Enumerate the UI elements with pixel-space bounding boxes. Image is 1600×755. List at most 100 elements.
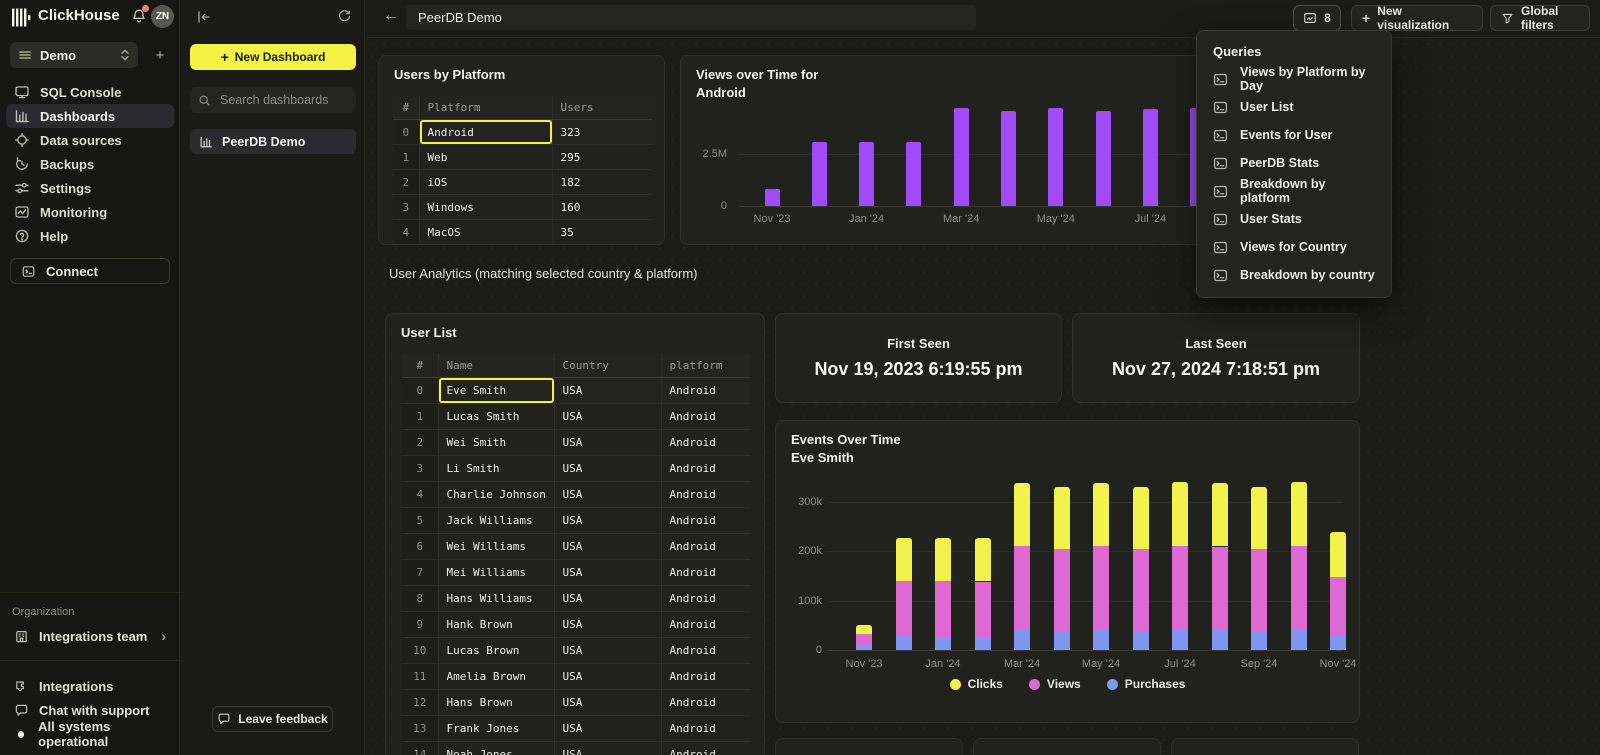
table-cell[interactable]: USA: [554, 716, 661, 742]
table-row[interactable]: 2iOS182: [393, 170, 652, 195]
bar-segment-purchases[interactable]: [1014, 630, 1030, 650]
table-cell[interactable]: USA: [554, 430, 661, 456]
table-cell[interactable]: Mei Williams: [438, 560, 554, 586]
table-row[interactable]: 10Lucas BrownUSAAndroid: [402, 638, 750, 664]
table-cell[interactable]: USA: [554, 482, 661, 508]
sidebar-item-integrations-team[interactable]: Integrations team ›: [6, 624, 174, 648]
table-cell[interactable]: USA: [554, 508, 661, 534]
bar-segment-purchases[interactable]: [1212, 630, 1228, 650]
new-dashboard-button[interactable]: + New Dashboard: [190, 44, 356, 70]
table-row[interactable]: 9Hank BrownUSAAndroid: [402, 612, 750, 638]
table-row[interactable]: 0Eve SmithUSAAndroid: [402, 378, 750, 404]
table-cell[interactable]: 3: [402, 456, 438, 482]
bar-segment-views[interactable]: [856, 634, 872, 646]
bar-segment-clicks[interactable]: [1212, 483, 1228, 547]
bar-segment-clicks[interactable]: [896, 538, 912, 581]
table-cell[interactable]: Li Smith: [438, 456, 554, 482]
table-row[interactable]: 7Mei WilliamsUSAAndroid: [402, 560, 750, 586]
bar-segment-purchases[interactable]: [1251, 631, 1267, 650]
query-menu-item[interactable]: User List: [1197, 93, 1391, 121]
table-row[interactable]: 3Windows160: [393, 195, 652, 220]
bar-segment-views[interactable]: [1054, 549, 1070, 631]
table-cell[interactable]: USA: [554, 404, 661, 430]
query-menu-item[interactable]: User Stats: [1197, 205, 1391, 233]
bar-segment-clicks[interactable]: [975, 538, 991, 582]
bar-segment-clicks[interactable]: [1291, 482, 1307, 546]
table-cell[interactable]: USA: [554, 612, 661, 638]
table-cell[interactable]: 2: [393, 170, 419, 195]
table-cell[interactable]: Android: [661, 638, 750, 664]
new-visualization-button[interactable]: + New visualization: [1351, 5, 1483, 31]
bar-segment-purchases[interactable]: [1093, 630, 1109, 650]
bar[interactable]: [1048, 108, 1063, 206]
column-header[interactable]: Platform: [419, 96, 552, 120]
table-cell[interactable]: Web: [419, 145, 552, 170]
bar-segment-clicks[interactable]: [1133, 487, 1149, 549]
query-menu-item[interactable]: Views for Country: [1197, 233, 1391, 261]
table-cell[interactable]: Android: [661, 690, 750, 716]
table-cell[interactable]: 0: [393, 120, 419, 145]
bar-segment-views[interactable]: [896, 581, 912, 636]
query-menu-item[interactable]: Events for User: [1197, 121, 1391, 149]
bar[interactable]: [906, 142, 921, 207]
table-cell[interactable]: 4: [402, 482, 438, 508]
legend-item[interactable]: Clicks: [950, 677, 1003, 691]
sidebar-item-system-status[interactable]: All systems operational: [6, 722, 174, 746]
collapse-panel-icon[interactable]: [196, 9, 212, 25]
table-row[interactable]: 0Android323: [393, 120, 652, 145]
bar-segment-purchases[interactable]: [1172, 630, 1188, 650]
table-cell[interactable]: 160: [552, 195, 652, 220]
bar[interactable]: [1143, 109, 1158, 206]
query-menu-item[interactable]: Breakdown by country: [1197, 261, 1391, 289]
bar[interactable]: [812, 142, 827, 207]
table-cell[interactable]: 1: [393, 145, 419, 170]
table-cell[interactable]: USA: [554, 560, 661, 586]
clickhouse-logo-icon[interactable]: [12, 8, 33, 27]
table-cell[interactable]: 10: [402, 638, 438, 664]
search-dashboards-input[interactable]: [218, 92, 348, 108]
table-row[interactable]: 8Hans WilliamsUSAAndroid: [402, 586, 750, 612]
table-cell[interactable]: USA: [554, 664, 661, 690]
bar-segment-views[interactable]: [1251, 549, 1267, 631]
table-cell[interactable]: 12: [402, 690, 438, 716]
table-cell[interactable]: 1: [402, 404, 438, 430]
table-cell[interactable]: Amelia Brown: [438, 664, 554, 690]
bar-segment-views[interactable]: [1014, 546, 1030, 630]
table-cell[interactable]: Android: [661, 664, 750, 690]
table-cell[interactable]: 5: [402, 508, 438, 534]
table-cell[interactable]: MacOS: [419, 220, 552, 245]
table-cell[interactable]: Frank Jones: [438, 716, 554, 742]
sidebar-item-integrations[interactable]: Integrations: [6, 674, 174, 698]
bar[interactable]: [765, 189, 780, 206]
table-cell[interactable]: 13: [402, 716, 438, 742]
bar-segment-views[interactable]: [1212, 547, 1228, 631]
bar-segment-views[interactable]: [1093, 546, 1109, 630]
table-cell[interactable]: iOS: [419, 170, 552, 195]
table-cell[interactable]: USA: [554, 378, 661, 404]
table-cell[interactable]: Wei Smith: [438, 430, 554, 456]
table-cell[interactable]: Jack Williams: [438, 508, 554, 534]
bar-segment-clicks[interactable]: [1054, 487, 1070, 549]
column-header[interactable]: #: [402, 354, 438, 378]
table-cell[interactable]: Hans Williams: [438, 586, 554, 612]
table-cell[interactable]: 7: [402, 560, 438, 586]
table-cell[interactable]: USA: [554, 742, 661, 755]
table-cell[interactable]: USA: [554, 638, 661, 664]
table-cell[interactable]: 3: [393, 195, 419, 220]
table-cell[interactable]: 182: [552, 170, 652, 195]
table-cell[interactable]: Android: [661, 612, 750, 638]
table-cell[interactable]: Android: [661, 586, 750, 612]
bar[interactable]: [1001, 111, 1016, 206]
table-cell[interactable]: 295: [552, 145, 652, 170]
bar-segment-clicks[interactable]: [1330, 532, 1346, 577]
table-cell[interactable]: Android: [661, 508, 750, 534]
refresh-icon[interactable]: [337, 9, 352, 24]
bar-segment-purchases[interactable]: [1054, 631, 1070, 650]
legend-item[interactable]: Views: [1029, 677, 1081, 691]
table-cell[interactable]: Android: [419, 120, 552, 145]
sidebar-item-settings[interactable]: Settings: [6, 176, 174, 200]
table-cell[interactable]: Android: [661, 378, 750, 404]
add-service-button[interactable]: +: [148, 44, 172, 66]
table-cell[interactable]: 14: [402, 742, 438, 755]
query-menu-item[interactable]: PeerDB Stats: [1197, 149, 1391, 177]
